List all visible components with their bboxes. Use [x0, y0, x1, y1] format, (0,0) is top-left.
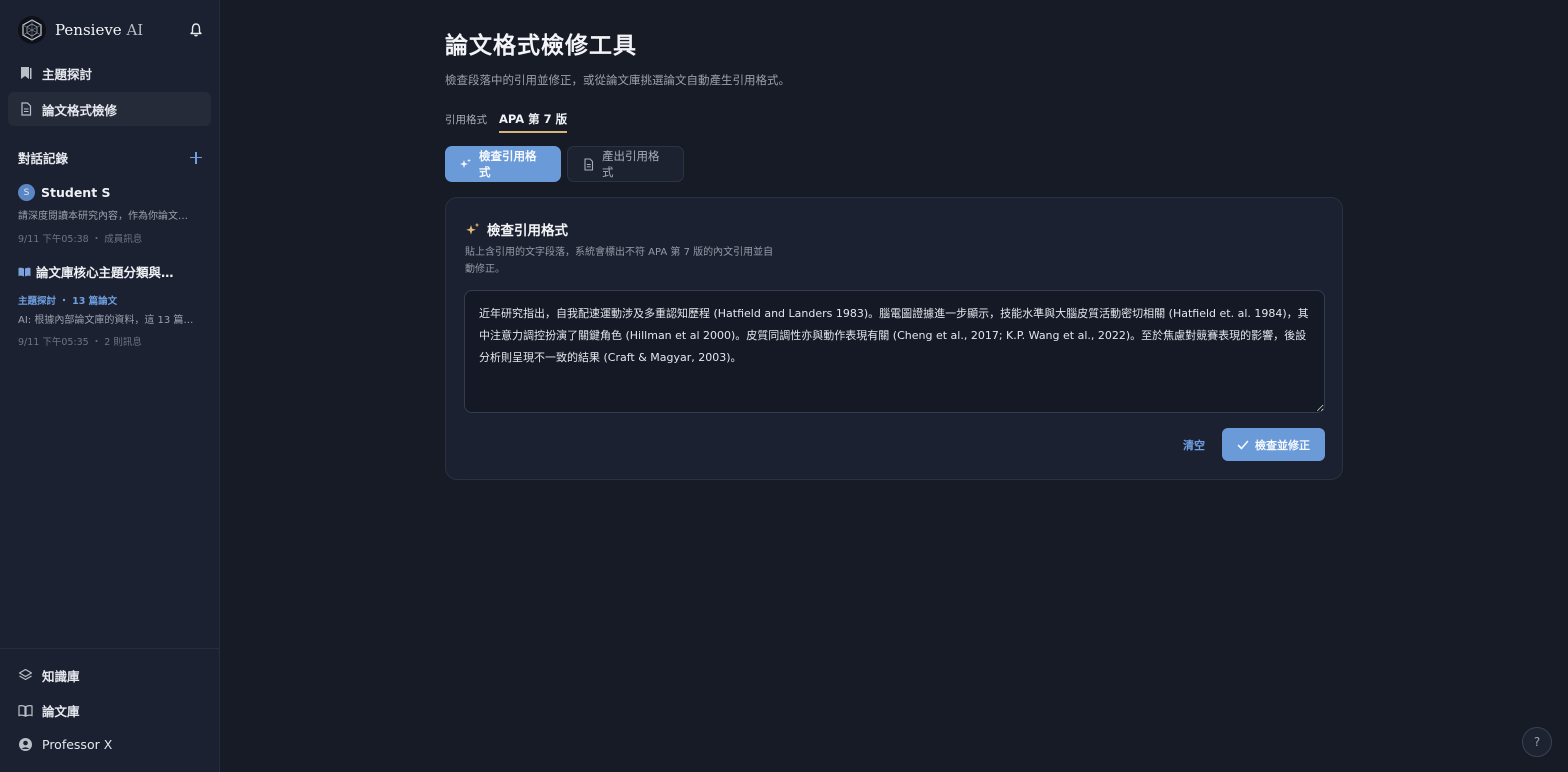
conversation-item-student[interactable]: S Student S 請深度閱讀本研究內容，作為你論文… 9/11 下午05:… — [18, 184, 203, 245]
conversation-tag: 主題探討 ・ 13 篇論文 — [18, 296, 118, 307]
book-icon — [18, 267, 31, 277]
conversation-title: S Student S — [18, 184, 203, 201]
check-icon — [1237, 439, 1249, 451]
user-icon — [18, 737, 33, 752]
submit-label: 檢查並修正 — [1255, 438, 1310, 452]
help-button[interactable]: ? — [1522, 727, 1552, 757]
pensieve-logo-icon — [18, 16, 46, 44]
user-name: Professor X — [42, 737, 113, 752]
nav-label: 論文格式檢修 — [42, 102, 118, 118]
document-icon — [19, 102, 33, 116]
citation-style-selector[interactable]: APA 第 7 版 — [499, 111, 568, 133]
sparkle-icon — [459, 158, 472, 171]
conversation-title: 論文庫核心主題分類與… — [18, 262, 203, 281]
conversation-snippet: 請深度閱讀本研究內容，作為你論文… — [18, 211, 188, 222]
bookmark-icon — [19, 66, 33, 80]
open-book-icon — [18, 703, 33, 718]
document-icon — [582, 157, 595, 171]
user-profile[interactable]: Professor X — [18, 737, 112, 752]
nav-label: 論文庫 — [42, 704, 80, 719]
brand[interactable]: Pensieve AI — [18, 15, 143, 45]
conversation-title-text: 論文庫核心主題分類與… — [36, 265, 174, 280]
page-subtitle: 檢查段落中的引用並修正，或從論文庫挑選論文自動產生引用格式。 — [445, 73, 790, 87]
clear-button[interactable]: 清空 — [1183, 437, 1205, 453]
card-title: 檢查引用格式 — [465, 219, 568, 239]
tab-generate-citation[interactable]: 產出引用格式 — [567, 146, 684, 182]
conversation-meta: 9/11 下午05:38 ・ 成員訊息 — [18, 234, 143, 245]
tab-check-citation[interactable]: 檢查引用格式 — [445, 146, 561, 182]
citation-text-input[interactable]: 近年研究指出，自我配速運動涉及多重認知歷程 (Hatfield and Land… — [464, 290, 1325, 413]
nav-knowledge-base[interactable]: 知識庫 — [18, 666, 80, 685]
nav-paper-format-repair[interactable]: 論文格式檢修 — [8, 92, 211, 126]
new-conversation-plus-icon[interactable] — [189, 151, 203, 165]
sparkle-icon — [465, 222, 480, 237]
citation-style-label: 引用格式 — [445, 114, 487, 126]
check-citation-card: 檢查引用格式 貼上含引用的文字段落，系統會標出不符 APA 第 7 版的內文引用… — [445, 197, 1343, 480]
conversation-snippet: AI: 根據內部論文庫的資料，這 13 篇… — [18, 315, 194, 326]
tab-label: 檢查引用格式 — [479, 149, 537, 179]
card-title-text: 檢查引用格式 — [487, 223, 568, 239]
conversation-title-text: Student S — [41, 185, 111, 200]
conversation-meta: 9/11 下午05:35 ・ 2 則訊息 — [18, 337, 142, 348]
page-title: 論文格式檢修工具 — [445, 33, 637, 59]
conversation-item-topic[interactable]: 論文庫核心主題分類與… 主題探討 ・ 13 篇論文 AI: 根據內部論文庫的資料… — [18, 262, 203, 348]
card-description: 貼上含引用的文字段落，系統會標出不符 APA 第 7 版的內文引用並自動修正。 — [465, 247, 774, 275]
sidebar: Pensieve AI 主題探討 論文格式檢修 對話記錄 S Student S… — [0, 0, 220, 772]
sidebar-divider — [0, 648, 220, 649]
nav-label: 主題探討 — [42, 66, 93, 82]
history-header: 對話記錄 — [18, 148, 203, 167]
nav-topic-discussion[interactable]: 主題探討 — [8, 56, 211, 90]
bell-icon[interactable] — [188, 22, 204, 38]
citation-style-row: 引用格式 APA 第 7 版 — [445, 111, 568, 133]
layers-icon — [18, 668, 33, 683]
nav-label: 知識庫 — [42, 669, 80, 684]
nav-paper-library[interactable]: 論文庫 — [18, 701, 80, 720]
avatar: S — [18, 184, 35, 201]
history-title: 對話記錄 — [18, 151, 69, 166]
check-and-fix-button[interactable]: 檢查並修正 — [1222, 428, 1325, 461]
tab-label: 產出引用格式 — [602, 149, 660, 179]
brand-name: Pensieve AI — [55, 21, 144, 39]
